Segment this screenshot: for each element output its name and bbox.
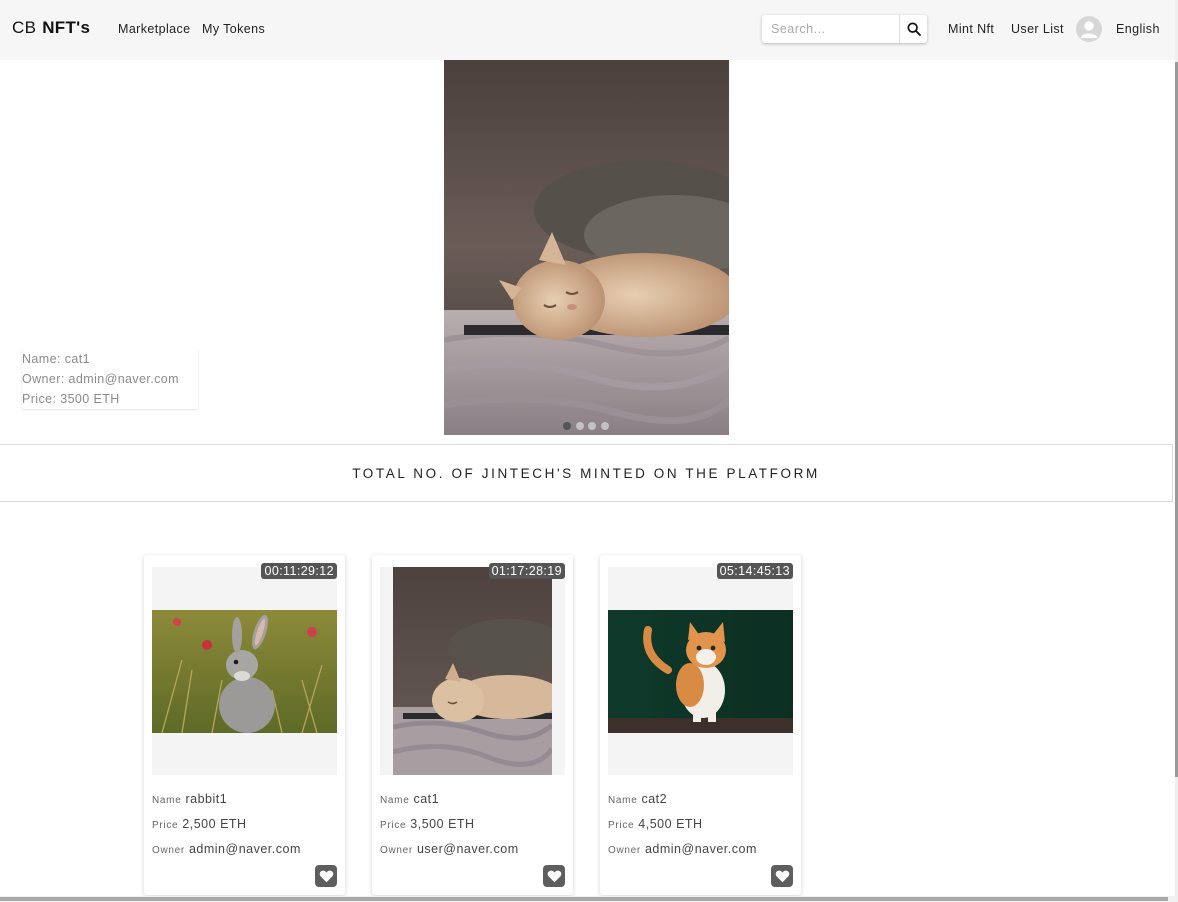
- horizontal-scrollbar-thumb[interactable]: [0, 897, 1168, 901]
- nav-user-list[interactable]: User List: [1011, 22, 1064, 36]
- user-icon: [1080, 21, 1098, 38]
- sleeping-cat-photo: [444, 60, 729, 435]
- search-button[interactable]: [899, 15, 927, 43]
- card-name-value: rabbit1: [185, 792, 228, 806]
- brand-logo[interactable]: CB NFT's: [12, 18, 90, 38]
- card-media: [608, 567, 793, 775]
- card-name-row: Name cat1: [380, 792, 439, 806]
- top-navbar: CB NFT's Marketplace My Tokens Mint Nft U…: [0, 0, 1175, 60]
- carousel-dot[interactable]: [563, 422, 571, 430]
- card-owner-row: Owner admin@naver.com: [152, 842, 301, 856]
- nav-marketplace[interactable]: Marketplace: [118, 22, 191, 36]
- card-owner-value: user@naver.com: [416, 842, 519, 856]
- brand-prefix: CB: [12, 18, 37, 37]
- language-selector[interactable]: English: [1116, 22, 1160, 36]
- card-owner-row: Owner user@naver.com: [380, 842, 519, 856]
- card-name-label: Name: [608, 795, 638, 806]
- brand-name: NFT's: [42, 18, 91, 37]
- card-price-row: Price 4,500 ETH: [608, 817, 703, 831]
- card-price-label: Price: [608, 820, 635, 831]
- card-name-value: cat1: [413, 792, 440, 806]
- card-owner-label: Owner: [152, 845, 185, 856]
- card-price-unit: ETH: [220, 817, 247, 831]
- hero-info-card: Name: cat1 Owner: admin@naver.com Price:…: [22, 349, 198, 409]
- nft-card[interactable]: 00:11:29:12 Name rabbit1 Price 2,500 ETH O…: [144, 555, 345, 895]
- card-media: [380, 567, 565, 775]
- card-price-label: Price: [380, 820, 407, 831]
- card-price-value: 3,500: [410, 817, 445, 831]
- countdown-timer: 05:14:45:13: [716, 563, 793, 579]
- card-price-row: Price 2,500 ETH: [152, 817, 247, 831]
- card-owner-row: Owner admin@naver.com: [608, 842, 757, 856]
- countdown-timer: 01:17:28:19: [488, 563, 565, 579]
- search-input[interactable]: [762, 15, 900, 43]
- card-name-label: Name: [152, 795, 182, 806]
- avatar[interactable]: [1076, 16, 1102, 42]
- heart-icon: [319, 870, 333, 883]
- card-price-unit: ETH: [676, 817, 703, 831]
- hero-carousel-image[interactable]: [444, 60, 729, 435]
- banner-text: TOTAL NO. OF JINTECH'S MINTED ON THE PLA…: [352, 465, 820, 481]
- favorite-button[interactable]: [543, 865, 565, 887]
- card-owner-label: Owner: [608, 845, 641, 856]
- card-price-label: Price: [152, 820, 179, 831]
- favorite-button[interactable]: [315, 865, 337, 887]
- hero-price: Price: 3500 ETH: [22, 392, 120, 406]
- card-price-value: 4,500: [638, 817, 673, 831]
- card-owner-value: admin@naver.com: [644, 842, 757, 856]
- card-name-label: Name: [380, 795, 410, 806]
- sleeping-cat-photo: [393, 567, 552, 775]
- carousel-dot[interactable]: [600, 422, 609, 430]
- nav-mint-nft[interactable]: Mint Nft: [948, 22, 994, 36]
- search-icon: [906, 22, 921, 36]
- card-price-row: Price 3,500 ETH: [380, 817, 475, 831]
- hero-name: Name: cat1: [22, 352, 90, 366]
- nft-card[interactable]: 05:14:45:13 Name cat2 Price 4,500 ETH Owne…: [600, 555, 801, 895]
- nft-card[interactable]: 01:17:28:19 Name cat1 Price 3,500 ETH Owne…: [372, 555, 573, 895]
- card-media: [152, 567, 337, 775]
- card-name-row: Name rabbit1: [152, 792, 227, 806]
- minted-banner: TOTAL NO. OF JINTECH'S MINTED ON THE PLA…: [0, 444, 1173, 502]
- heart-icon: [775, 870, 789, 883]
- card-price-unit: ETH: [448, 817, 475, 831]
- card-price-value: 2,500: [182, 817, 217, 831]
- favorite-button[interactable]: [771, 865, 793, 887]
- card-name-value: cat2: [641, 792, 668, 806]
- card-name-row: Name cat2: [608, 792, 667, 806]
- card-owner-label: Owner: [380, 845, 413, 856]
- carousel-dot[interactable]: [575, 422, 584, 430]
- search-box: [762, 15, 927, 43]
- card-owner-value: admin@naver.com: [188, 842, 301, 856]
- orange-cat-photo: [608, 610, 793, 733]
- heart-icon: [547, 870, 561, 883]
- hero-owner: Owner: admin@naver.com: [22, 372, 179, 386]
- carousel-dot[interactable]: [588, 422, 596, 430]
- countdown-timer: 00:11:29:12: [261, 563, 337, 579]
- rabbit-photo: [152, 610, 337, 733]
- nav-my-tokens[interactable]: My Tokens: [202, 22, 265, 36]
